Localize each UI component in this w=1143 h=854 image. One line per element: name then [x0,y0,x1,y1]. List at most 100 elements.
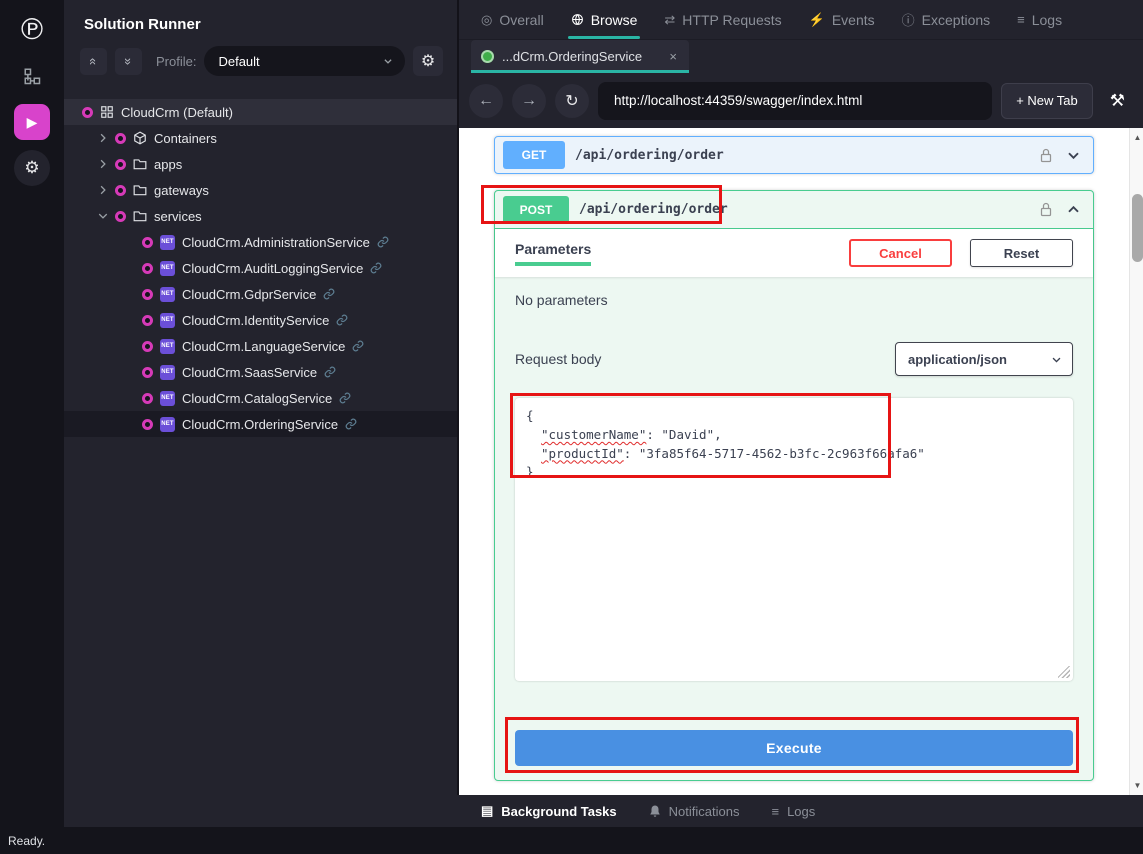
background-tasks-label: Background Tasks [501,804,616,819]
json-line: } [526,463,1062,482]
address-bar[interactable] [598,82,992,120]
link-icon[interactable] [352,340,364,352]
back-button[interactable]: ← [469,84,503,118]
json-value: : "David", [646,427,721,442]
json-key: "customerName" [541,427,646,442]
swagger-favicon-icon [481,50,494,63]
link-icon[interactable] [345,418,357,430]
new-tab-button[interactable]: + New Tab [1001,83,1093,119]
dotnet-icon: NET [160,339,175,354]
opblock-get-order[interactable]: GET /api/ordering/order [494,136,1094,174]
chevron-down-icon [383,56,393,66]
profile-settings-button[interactable]: ⚙ [413,46,443,76]
tab-exceptions[interactable]: ⓘ Exceptions [902,0,991,39]
chevron-down-icon [98,211,108,221]
tree-item-saasservice[interactable]: NET CloudCrm.SaasService [64,359,457,385]
chevron-right-icon [98,159,108,169]
content-type-value: application/json [908,352,1007,367]
tab-label: HTTP Requests [682,12,781,28]
tab-overall[interactable]: ◎ Overall [481,0,544,39]
swagger-content: GET /api/ordering/order POST /api/orderi… [459,128,1129,795]
link-icon[interactable] [336,314,348,326]
chevron-up-icon[interactable] [1066,202,1081,217]
execute-wrap: Execute [495,681,1093,780]
link-icon[interactable] [324,366,336,378]
tree-item-auditloggingservice[interactable]: NET CloudCrm.AuditLoggingService [64,255,457,281]
json-line: "productId": "3fa85f64-5717-4562-b3fc-2c… [526,445,1062,464]
tree-item-catalogservice[interactable]: NET CloudCrm.CatalogService [64,385,457,411]
dotnet-icon: NET [160,365,175,380]
tree-item-cloudcrm-root[interactable]: CloudCrm (Default) [64,99,457,125]
close-tab-icon[interactable]: × [667,49,679,64]
forward-button[interactable]: → [512,84,546,118]
main-panel: ◎ Overall Browse ⇄ HTTP Requests ⚡ Event… [457,0,1143,795]
tab-label: Browse [591,12,638,28]
notifications-button[interactable]: Notifications [649,804,740,819]
status-dot-icon [82,107,93,118]
logs-button[interactable]: ≡ Logs [771,804,815,819]
opblock-post-header[interactable]: POST /api/ordering/order [495,191,1093,229]
content-scrollbar[interactable]: ▲ ▼ [1129,128,1143,795]
folder-icon [133,210,147,222]
collapse-all-icon: « [86,57,101,64]
link-icon[interactable] [323,288,335,300]
lock-icon[interactable] [1040,202,1052,217]
tree-item-languageservice[interactable]: NET CloudCrm.LanguageService [64,333,457,359]
tree-item-gateways[interactable]: gateways [64,177,457,203]
profile-value: Default [218,54,259,69]
solution-tree-button[interactable] [14,58,50,94]
list-lines-icon: ≡ [771,804,779,819]
scrollbar-thumb[interactable] [1132,194,1143,262]
dotnet-icon: NET [160,235,175,250]
tree-item-gdprservice[interactable]: NET CloudCrm.GdprService [64,281,457,307]
tab-events[interactable]: ⚡ Events [809,0,875,39]
tree-item-containers[interactable]: Containers [64,125,457,151]
folder-icon [133,158,147,170]
json-value: : "3fa85f64-5717-4562-b3fc-2c963f66afa6" [624,446,925,461]
refresh-button[interactable]: ↻ [555,84,589,118]
tree-item-services[interactable]: services [64,203,457,229]
lock-icon[interactable] [1040,148,1052,163]
scroll-up-icon[interactable]: ▲ [1130,133,1143,142]
content-type-select[interactable]: application/json [895,342,1073,376]
status-dot-icon [142,237,153,248]
tab-logs[interactable]: ≡ Logs [1017,0,1062,39]
profile-select[interactable]: Default [204,46,405,76]
expand-all-button[interactable]: » [115,48,142,75]
run-button[interactable]: ▶ [14,104,50,140]
dotnet-icon: NET [160,391,175,406]
tab-browse[interactable]: Browse [571,0,638,39]
tree-item-apps[interactable]: apps [64,151,457,177]
link-icon[interactable] [339,392,351,404]
scroll-down-icon[interactable]: ▼ [1130,781,1143,790]
reset-button[interactable]: Reset [970,239,1073,267]
collapse-all-button[interactable]: « [80,48,107,75]
tab-label: Logs [1032,12,1062,28]
browser-tab-orderingservice[interactable]: ...dCrm.OrderingService × [471,40,689,73]
json-key: "productId" [541,446,624,461]
bottom-task-bar: ▤ Background Tasks Notifications ≡ Logs [457,795,1143,827]
tasks-icon: ▤ [481,803,493,819]
tree-item-label: CloudCrm.OrderingService [182,417,338,432]
expand-all-icon: » [121,57,136,64]
tree-item-orderingservice[interactable]: NET CloudCrm.OrderingService [64,411,457,437]
chevron-down-icon[interactable] [1066,148,1081,163]
link-icon[interactable] [377,236,389,248]
exclamation-circle-icon: ⓘ [902,10,915,29]
tree-item-identityservice[interactable]: NET CloudCrm.IdentityService [64,307,457,333]
tree-item-label: CloudCrm.AuditLoggingService [182,261,363,276]
background-tasks-button[interactable]: ▤ Background Tasks [481,803,617,819]
settings-button[interactable]: ⚙ [14,150,50,186]
tools-icon[interactable]: ⚒ [1110,91,1125,111]
lightning-icon: ⚡ [809,12,825,28]
cancel-button[interactable]: Cancel [849,239,952,267]
execute-button[interactable]: Execute [515,730,1073,766]
post-method-badge: POST [503,196,569,224]
request-body-editor[interactable]: { "customerName": "David", "productId": … [515,398,1073,681]
tab-http-requests[interactable]: ⇄ HTTP Requests [664,0,781,39]
back-arrow-icon: ← [478,92,494,110]
tree-item-administrationservice[interactable]: NET CloudCrm.AdministrationService [64,229,457,255]
hierarchy-icon [23,67,41,85]
status-dot-icon [142,315,153,326]
link-icon[interactable] [370,262,382,274]
